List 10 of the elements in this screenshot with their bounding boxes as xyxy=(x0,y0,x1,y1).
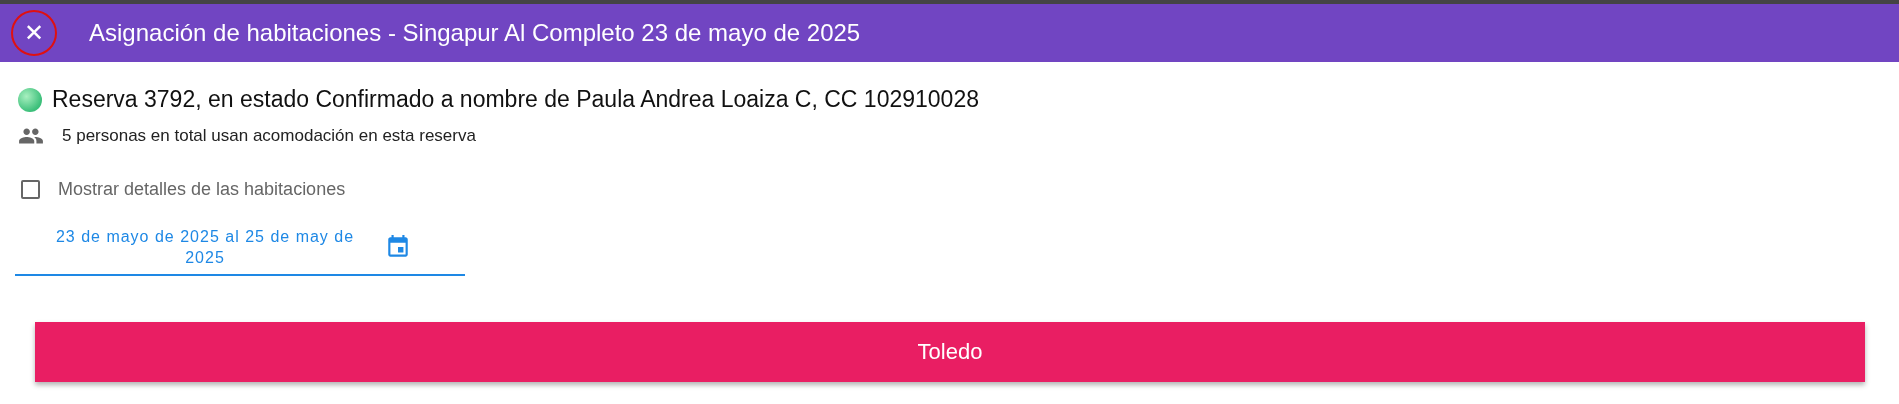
checkbox-label: Mostrar detalles de las habitaciones xyxy=(58,179,346,200)
reservation-text: Reserva 3792, en estado Confirmado a nombre de Paula Andrea Loaiza C, CC 102910028 xyxy=(52,86,979,113)
guest-count-text: 5 personas en total usan acomodación en esta reserva xyxy=(62,126,476,146)
dialog-title: Asignación de habitaciones - Singapur Al Completo 23 de mayo de 2025 xyxy=(89,19,861,47)
room-button[interactable]: Toledo xyxy=(35,322,1865,382)
date-range-field[interactable]: 23 de mayo de 2025 al 25 de may de 2025 xyxy=(15,226,465,276)
calendar-icon xyxy=(385,234,411,260)
status-dot-icon xyxy=(18,87,42,112)
close-button[interactable]: ✕ xyxy=(11,10,57,56)
checkbox[interactable] xyxy=(21,180,40,199)
